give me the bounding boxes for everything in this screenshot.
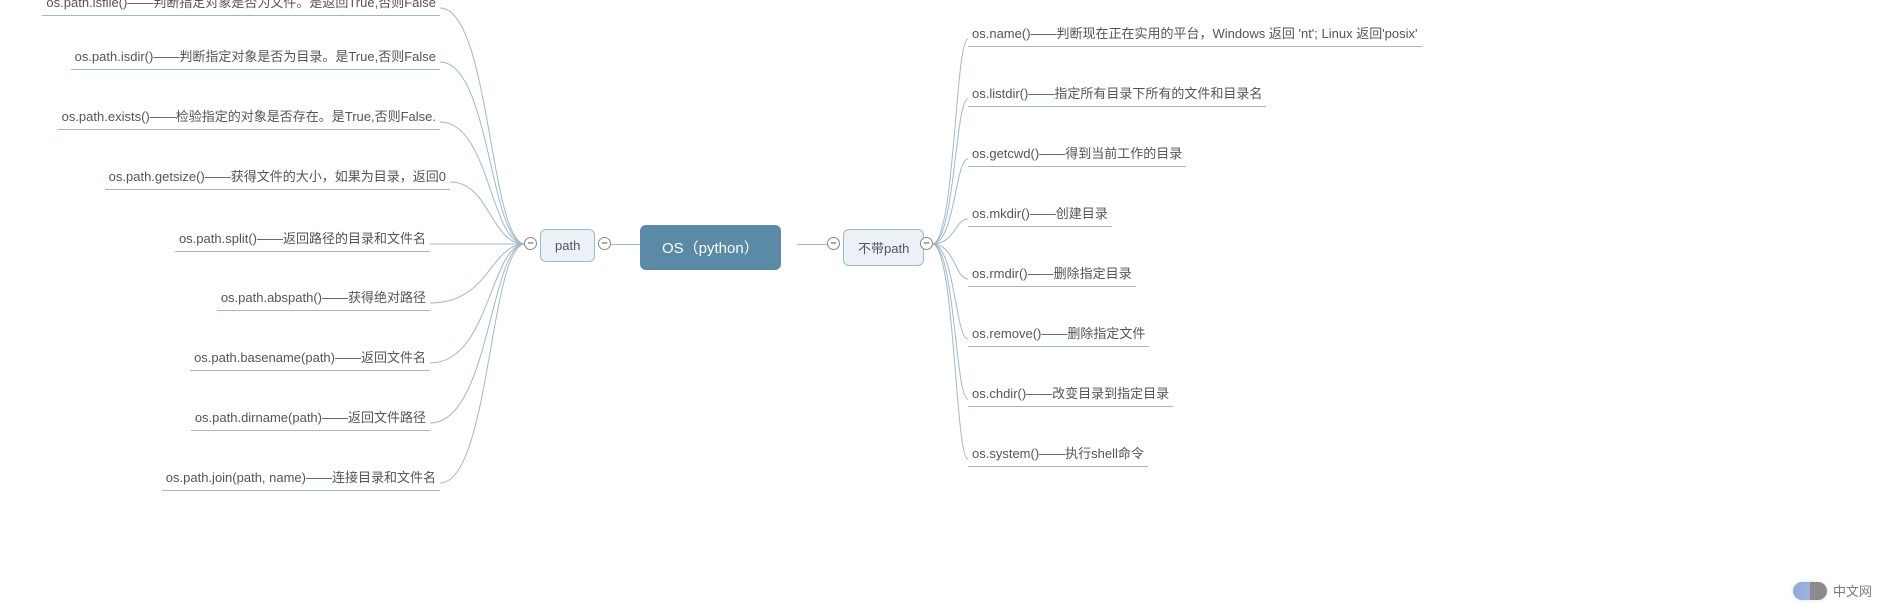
leaf-item[interactable]: os.mkdir()——创建目录: [968, 203, 1112, 227]
leaf-item[interactable]: os.path.join(path, name)——连接目录和文件名: [162, 467, 440, 491]
connector: [797, 244, 827, 245]
leaf-item[interactable]: os.path.dirname(path)——返回文件路径: [191, 407, 430, 431]
collapse-toggle-right-inner[interactable]: –: [827, 237, 840, 250]
leaf-item[interactable]: os.listdir()——指定所有目录下所有的文件和目录名: [968, 83, 1266, 107]
leaf-item[interactable]: os.path.abspath()——获得绝对路径: [217, 287, 430, 311]
collapse-toggle-right-outer[interactable]: –: [920, 237, 933, 250]
leaf-item[interactable]: os.path.split()——返回路径的目录和文件名: [175, 228, 430, 252]
leaf-item[interactable]: os.name()——判断现在正在实用的平台，Windows 返回 'nt'; …: [968, 23, 1422, 47]
root-node[interactable]: OS（python）: [640, 225, 781, 270]
leaf-item[interactable]: os.path.getsize()——获得文件的大小，如果为目录，返回0: [105, 166, 450, 190]
connector: [611, 244, 640, 245]
leaf-item[interactable]: os.path.isfile()——判断指定对象是否为文件。是返回True,否则…: [42, 0, 440, 16]
branch-label: path: [555, 238, 580, 253]
leaf-item[interactable]: os.rmdir()——删除指定目录: [968, 263, 1136, 287]
branch-node-nopath[interactable]: 不带path: [843, 229, 924, 266]
root-label: OS（python）: [662, 240, 759, 257]
leaf-item[interactable]: os.path.isdir()——判断指定对象是否为目录。是True,否则Fal…: [71, 46, 440, 70]
watermark-text: 中文网: [1833, 581, 1872, 600]
leaf-item[interactable]: os.path.basename(path)——返回文件名: [190, 347, 430, 371]
branch-label: 不带path: [858, 241, 909, 256]
leaf-item[interactable]: os.path.exists()——检验指定的对象是否存在。是True,否则Fa…: [58, 106, 440, 130]
php-logo-icon: [1793, 582, 1827, 600]
branch-node-path[interactable]: path: [540, 229, 595, 262]
leaf-item[interactable]: os.getcwd()——得到当前工作的目录: [968, 143, 1186, 167]
collapse-toggle-left-inner[interactable]: –: [598, 237, 611, 250]
leaf-item[interactable]: os.system()——执行shell命令: [968, 443, 1148, 467]
collapse-toggle-left-outer[interactable]: –: [524, 237, 537, 250]
leaf-item[interactable]: os.remove()——删除指定文件: [968, 323, 1149, 347]
watermark: 中文网: [1793, 581, 1872, 600]
leaf-item[interactable]: os.chdir()——改变目录到指定目录: [968, 383, 1173, 407]
mindmap-canvas: OS（python） – path – – 不带path – os.path.i…: [0, 0, 1884, 610]
